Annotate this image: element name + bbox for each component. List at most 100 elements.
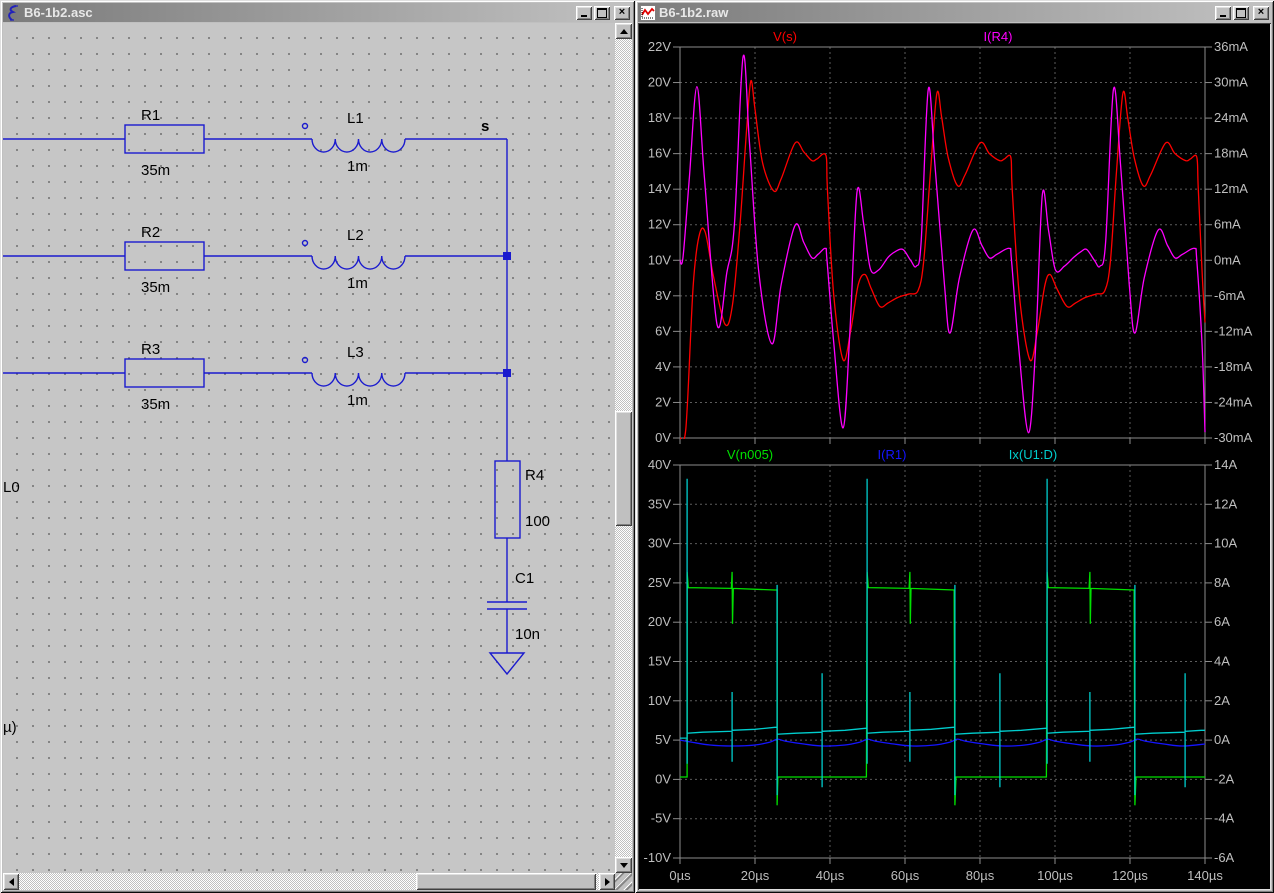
horizontal-scroll-thumb[interactable]	[416, 873, 596, 890]
svg-text:0A: 0A	[1214, 732, 1230, 747]
edge-text-mu: µ)	[3, 719, 17, 736]
svg-text:40µs: 40µs	[816, 868, 845, 883]
maximize-button[interactable]	[594, 5, 610, 20]
svg-text:10A: 10A	[1214, 536, 1237, 551]
edge-text-l0: L0	[3, 479, 20, 496]
capacitor-name[interactable]: C1	[515, 570, 534, 587]
inductor-value[interactable]: 1m	[347, 392, 368, 409]
vertical-scroll-thumb[interactable]	[615, 411, 632, 526]
svg-text:12mA: 12mA	[1214, 181, 1248, 196]
waveform-titlebar[interactable]: B6-1b2.raw ×	[638, 3, 1271, 22]
legend-I(R1): I(R1)	[878, 447, 907, 462]
capacitor-value[interactable]: 10n	[515, 626, 540, 643]
svg-text:6A: 6A	[1214, 614, 1230, 629]
svg-text:6V: 6V	[655, 323, 671, 338]
inductor-name[interactable]: L3	[347, 344, 364, 361]
svg-text:24mA: 24mA	[1214, 110, 1248, 125]
svg-text:140µs: 140µs	[1187, 868, 1223, 883]
inductor-value[interactable]: 1m	[347, 158, 368, 175]
close-button[interactable]: ×	[614, 5, 630, 20]
svg-text:80µs: 80µs	[966, 868, 995, 883]
schematic-titlebar[interactable]: B6-1b2.asc ×	[3, 3, 632, 22]
inductor-value[interactable]: 1m	[347, 275, 368, 292]
scroll-left-button[interactable]	[3, 873, 19, 890]
resize-grip[interactable]	[615, 873, 632, 890]
svg-text:18V: 18V	[648, 110, 671, 125]
ltspice-schematic-icon	[5, 4, 21, 21]
schematic-drawing: R1 35m L1 1m s R2 35m L2 1m R3 35m L3 1m…	[3, 107, 550, 736]
minimize-button[interactable]	[576, 5, 592, 20]
waveform-icon	[640, 4, 656, 21]
schematic-canvas[interactable]: R1 35m L1 1m s R2 35m L2 1m R3 35m L3 1m…	[3, 23, 615, 873]
svg-text:30V: 30V	[648, 536, 671, 551]
svg-text:12A: 12A	[1214, 496, 1237, 511]
svg-text:2V: 2V	[655, 394, 671, 409]
svg-text:4V: 4V	[655, 359, 671, 374]
svg-text:4A: 4A	[1214, 654, 1230, 669]
load-resistor-name[interactable]: R4	[525, 467, 544, 484]
scroll-up-button[interactable]	[615, 23, 632, 39]
resistor-name[interactable]: R3	[141, 341, 160, 358]
maximize-button[interactable]	[1233, 5, 1249, 20]
svg-text:60µs: 60µs	[891, 868, 920, 883]
scroll-right-button[interactable]	[599, 873, 615, 890]
svg-text:-6A: -6A	[1214, 850, 1235, 865]
svg-text:14A: 14A	[1214, 457, 1237, 472]
svg-text:-30mA: -30mA	[1214, 430, 1253, 445]
schematic-window: B6-1b2.asc × R1 35m L1 1m s R2 35m L2 1m…	[0, 0, 635, 893]
svg-text:22V: 22V	[648, 39, 671, 54]
svg-text:10V: 10V	[648, 693, 671, 708]
resistor-name[interactable]: R2	[141, 224, 160, 241]
svg-text:-5V: -5V	[651, 811, 672, 826]
svg-text:16V: 16V	[648, 146, 671, 161]
svg-text:20µs: 20µs	[741, 868, 770, 883]
svg-text:40V: 40V	[648, 457, 671, 472]
resistor-value[interactable]: 35m	[141, 162, 170, 179]
svg-text:14V: 14V	[648, 181, 671, 196]
svg-text:0V: 0V	[655, 771, 671, 786]
resistor-value[interactable]: 35m	[141, 396, 170, 413]
svg-text:-2A: -2A	[1214, 771, 1235, 786]
waveform-window: B6-1b2.raw × 22V 36mA 20V 30mA 18V 24mA 16V 18m…	[635, 0, 1274, 893]
waveform-window-title: B6-1b2.raw	[659, 5, 729, 20]
trace-Ix(U1:D)	[680, 478, 1205, 796]
net-label-s[interactable]: s	[481, 118, 489, 135]
svg-text:10V: 10V	[648, 252, 671, 267]
svg-text:6mA: 6mA	[1214, 217, 1241, 232]
svg-text:-6mA: -6mA	[1214, 288, 1245, 303]
vertical-scrollbar[interactable]	[615, 23, 632, 873]
inductor-name[interactable]: L1	[347, 110, 364, 127]
svg-text:15V: 15V	[648, 654, 671, 669]
svg-text:12V: 12V	[648, 217, 671, 232]
schematic-client: R1 35m L1 1m s R2 35m L2 1m R3 35m L3 1m…	[3, 23, 632, 890]
inductor-name[interactable]: L2	[347, 227, 364, 244]
svg-text:20V: 20V	[648, 614, 671, 629]
svg-text:8A: 8A	[1214, 575, 1230, 590]
svg-text:30mA: 30mA	[1214, 75, 1248, 90]
waveform-client[interactable]: 22V 36mA 20V 30mA 18V 24mA 16V 18mA 14V 12mA 12V 6m…	[638, 23, 1271, 890]
svg-text:-18mA: -18mA	[1214, 359, 1253, 374]
waveform-plot[interactable]: 22V 36mA 20V 30mA 18V 24mA 16V 18mA 14V 12mA 12V 6m…	[638, 23, 1271, 890]
svg-text:100µs: 100µs	[1037, 868, 1073, 883]
svg-text:25V: 25V	[648, 575, 671, 590]
svg-text:-4A: -4A	[1214, 811, 1235, 826]
resistor-value[interactable]: 35m	[141, 279, 170, 296]
legend-V(s): V(s)	[773, 29, 797, 44]
resistor-name[interactable]: R1	[141, 107, 160, 124]
svg-text:120µs: 120µs	[1112, 868, 1148, 883]
svg-text:2A: 2A	[1214, 693, 1230, 708]
trace-V(n005)	[680, 571, 1205, 806]
horizontal-scrollbar[interactable]	[3, 873, 615, 890]
svg-text:5V: 5V	[655, 732, 671, 747]
minimize-button[interactable]	[1215, 5, 1231, 20]
svg-text:-10V: -10V	[644, 850, 672, 865]
plot-pane-top[interactable]: 22V 36mA 20V 30mA 18V 24mA 16V 18mA 14V 12mA 12V 6m…	[648, 29, 1253, 445]
scroll-down-button[interactable]	[615, 857, 632, 873]
load-resistor-value[interactable]: 100	[525, 513, 550, 530]
close-button[interactable]: ×	[1253, 5, 1269, 20]
schematic-window-title: B6-1b2.asc	[24, 5, 93, 20]
svg-text:0mA: 0mA	[1214, 252, 1241, 267]
svg-text:-12mA: -12mA	[1214, 323, 1253, 338]
legend-V(n005): V(n005)	[727, 447, 773, 462]
plot-pane-bottom[interactable]: 40V 14A 35V 12A 30V 10A 25V 8A 20V 6A 15V 4A 10V 2A 5V…	[644, 447, 1238, 883]
